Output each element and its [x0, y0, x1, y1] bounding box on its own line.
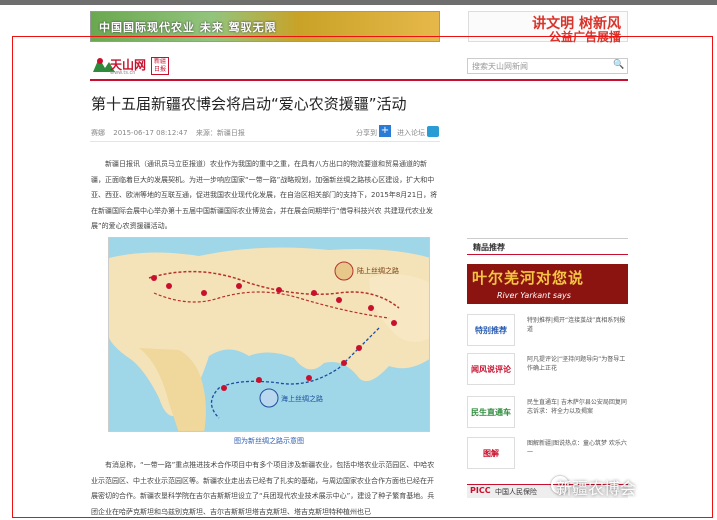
- article-paragraph-2: 有消息称，“一带一路”重点推进技术合作项目中有多个项目涉及新疆农业，包括中塔农业…: [91, 461, 435, 516]
- map-label-sea: 海上丝绸之路: [281, 395, 323, 403]
- share-plus-icon[interactable]: +: [379, 125, 391, 137]
- article-paragraph-1: 新疆日报讯（通讯员马立臣报道）农业作为我国的重中之重，在具有八方出口的物流要道和…: [91, 160, 438, 230]
- article-date: 2015-06-17 08:12:47: [113, 129, 188, 137]
- map-label-land: 陆上丝绸之路: [357, 267, 399, 275]
- comment-link[interactable]: 进入论坛: [397, 128, 425, 138]
- silk-road-map: 陆上丝绸之路 海上丝绸之路: [108, 237, 430, 432]
- promo-title-cn: 叶尔羌河对您说: [472, 269, 585, 287]
- promo-title-en: River Yarkant says: [497, 291, 571, 300]
- sidebar-top-rule: [467, 238, 628, 239]
- picc-logo: PICC: [470, 486, 491, 495]
- news-thumb: 特别推荐: [467, 314, 515, 346]
- share-label: 分享到: [356, 129, 377, 137]
- news-thumb: 图解: [467, 437, 515, 469]
- meta-divider: [90, 141, 440, 142]
- news-thumb: 闻风说评论: [467, 353, 515, 385]
- watermark-text: 新疆农博会: [556, 479, 637, 498]
- sidebar-title-divider: [467, 254, 628, 255]
- sidebar-news-item[interactable]: 民生直通车 民生直通车| 吉木萨尔县公安局回复同志诉求：将全力以及揭案: [467, 396, 628, 431]
- news-thumb: 民生直通车: [467, 396, 515, 428]
- article-source: 来源：新疆日报: [195, 129, 245, 137]
- search-input[interactable]: 搜索天山网新闻: [467, 58, 628, 74]
- comment-icon[interactable]: [427, 126, 439, 137]
- news-link[interactable]: 特别推荐|揭开“连接茧战”真相系列报道: [527, 316, 628, 334]
- top-gray-bar: [0, 0, 717, 5]
- map-caption: 图为新丝绸之路示意图: [234, 437, 304, 445]
- article-title: 第十五届新疆农博会将启动“爱心农资援疆”活动: [91, 95, 407, 113]
- picc-name: 中国人民保险: [495, 488, 537, 496]
- article-author: 赛娜: [91, 129, 105, 137]
- sidebar-news-item[interactable]: 闻风说评论 阿凡提评论|“坚持问题导向”为督导工作确上正花: [467, 353, 628, 388]
- header-divider: [90, 79, 628, 81]
- search-icon[interactable]: 🔍: [613, 60, 624, 70]
- sidebar-promo-banner[interactable]: 叶尔羌河对您说 River Yarkant says: [467, 264, 628, 304]
- article-meta: 赛娜 2015-06-17 08:12:47 来源：新疆日报: [91, 128, 251, 138]
- news-link[interactable]: 民生直通车| 吉木萨尔县公安局回复同志诉求：将全力以及揭案: [527, 398, 628, 416]
- news-link[interactable]: 图解新疆|图说热点：童心筑梦 欢乐六一: [527, 439, 628, 457]
- top-ad-left-text: 中国国际现代农业 未来 驾驭无限: [99, 20, 277, 34]
- sidebar-section-title: 精品推荐: [473, 243, 505, 252]
- sidebar-news-item[interactable]: 图解 图解新疆|图说热点：童心筑梦 欢乐六一: [467, 437, 628, 472]
- news-link[interactable]: 阿凡提评论|“坚持问题导向”为督导工作确上正花: [527, 355, 628, 373]
- newspaper-seal: 新疆日报: [151, 57, 169, 75]
- sidebar-news-item[interactable]: 特别推荐 特别推荐|揭开“连接茧战”真相系列报道: [467, 314, 628, 349]
- site-logo-url: www.ts.cn: [110, 70, 136, 76]
